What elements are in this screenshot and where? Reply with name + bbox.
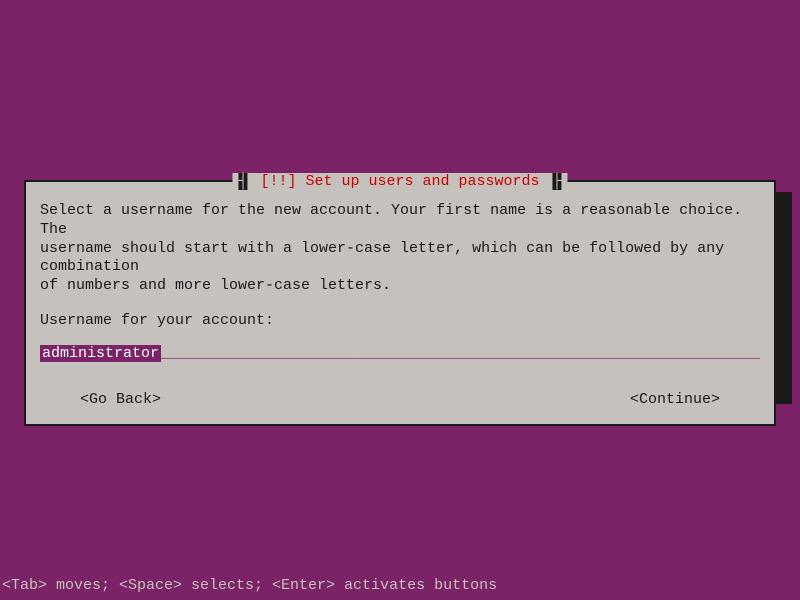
statusbar: <Tab> moves; <Space> selects; <Enter> ac… — [2, 577, 497, 594]
go-back-button[interactable]: <Go Back> — [80, 391, 161, 408]
instruction-text: Select a username for the new account. Y… — [40, 202, 760, 296]
setup-dialog: ┤ [!!] Set up users and passwords ├ Sele… — [24, 180, 776, 426]
title-border-right: ├ — [553, 173, 562, 190]
dialog-title-wrap: ┤ [!!] Set up users and passwords ├ — [232, 173, 567, 190]
title-border-left: ┤ — [238, 173, 247, 190]
username-label: Username for your account: — [40, 312, 760, 329]
input-fill: ________________________________________… — [161, 345, 760, 363]
username-input[interactable]: administrator — [40, 345, 161, 362]
dialog-title: [!!] Set up users and passwords — [256, 173, 543, 190]
continue-button[interactable]: <Continue> — [630, 391, 720, 408]
username-input-line[interactable]: administrator __________________________… — [40, 345, 760, 363]
button-row: <Go Back> <Continue> — [40, 391, 760, 408]
